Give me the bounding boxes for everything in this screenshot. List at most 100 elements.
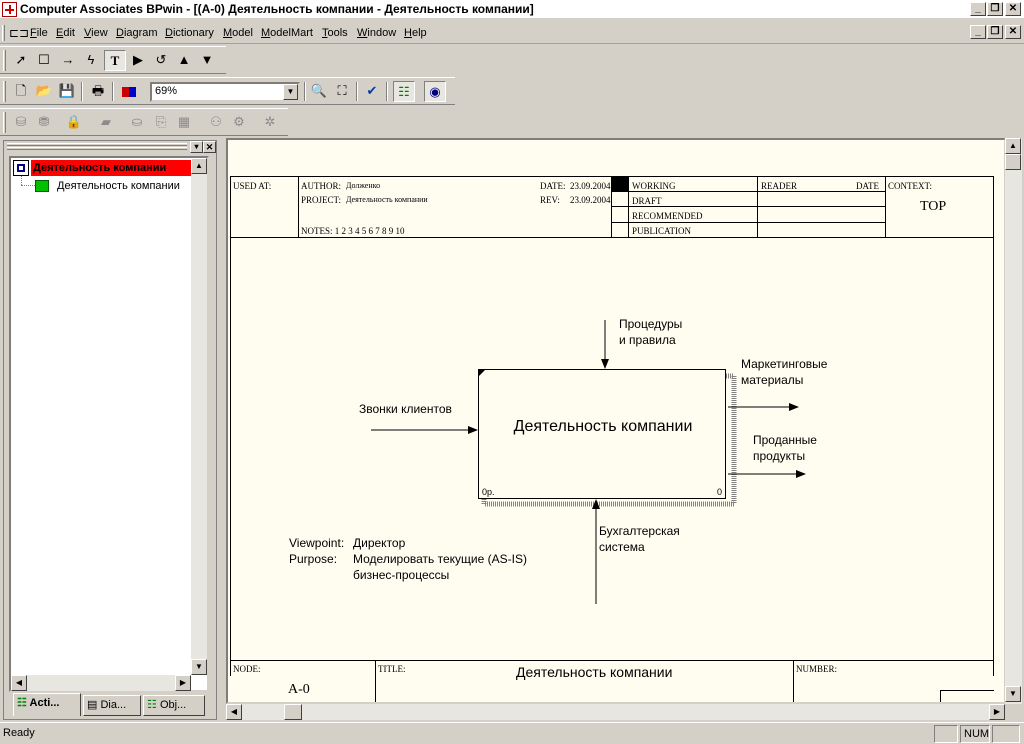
tree-horizontal-scrollbar[interactable]: ◀ ▶ [11,675,191,691]
diagram-canvas[interactable]: USED AT: AUTHOR: Долженко PROJECT: Деяте… [226,138,1006,704]
mm-security-icon[interactable]: ⚙ [228,112,250,133]
viewpoint-value: Директор [353,536,406,550]
menu-help[interactable]: Help [404,27,427,39]
scroll-left-icon[interactable]: ◀ [226,704,242,720]
lock-icon[interactable]: 🔒 [63,112,85,133]
control-arrow-label-1[interactable]: Процедуры [619,316,682,332]
mechanism-arrow-label-1[interactable]: Бухгалтерская [599,523,680,539]
mdi-restore-button[interactable]: ❐ [987,25,1003,39]
mm-grid-icon[interactable]: ▦ [173,112,195,133]
mdi-minimize-button[interactable]: _ [970,25,986,39]
mm-library-icon[interactable]: ▰ [95,112,117,133]
minimize-button[interactable]: _ [970,2,986,16]
canvas-horizontal-scrollbar[interactable]: ◀ ▶ [226,704,1005,720]
activity-box[interactable]: Деятельность компании 0р. 0 [478,369,726,499]
pointer-tool-icon[interactable]: ➚ [10,50,32,71]
panel-grip [7,147,187,150]
new-file-icon[interactable]: 🗋 [10,81,32,102]
chevron-down-icon[interactable]: ▼ [283,84,298,100]
scroll-thumb[interactable] [1005,154,1021,170]
output-arrow-label-1a[interactable]: Маркетинговые [741,356,827,372]
control-arrow-label-2[interactable]: и правила [619,332,676,348]
arrow-tool-icon[interactable]: → [57,50,79,71]
menu-modelmart[interactable]: ModelMart [261,27,313,39]
footer-title-value: Деятельность компании [516,664,673,680]
model-explorer-panel: ▾ ✕ Деятельность компании Деятельность к… [3,140,217,720]
title-bar: Computer Associates BPwin - [(A-0) Деяте… [0,0,1024,19]
viewpoint-label: Viewpoint: [289,536,345,550]
menu-dictionary[interactable]: Dictionary [165,27,214,39]
menu-tools[interactable]: Tools [322,27,348,39]
menu-diagram[interactable]: Diagram [116,27,158,39]
scroll-right-icon[interactable]: ▶ [175,675,191,691]
footer-corner-box [940,690,994,702]
scroll-left-icon[interactable]: ◀ [11,675,27,691]
close-button[interactable]: ✕ [1005,2,1021,16]
mm-options-icon[interactable]: ✲ [259,112,281,133]
mm-merge-icon[interactable]: ⎘ [150,112,172,133]
color-palette-icon[interactable] [118,81,140,102]
mm-disconnect-icon[interactable]: ⛃ [33,112,55,133]
mm-users-icon[interactable]: ⚇ [205,112,227,133]
squiggle-tool-icon[interactable]: ϟ [80,50,102,71]
mdi-doc-icon[interactable]: ⊏⊐ [9,26,29,40]
spellcheck-icon[interactable]: ✔ [361,81,383,102]
print-icon[interactable]: 🖶 [87,81,109,102]
output-arrow-label-1b[interactable]: материалы [741,372,803,388]
scroll-down-icon[interactable]: ▼ [191,659,207,675]
toolbar-grip [3,50,6,71]
zoom-select[interactable]: 69% ▼ [150,82,300,102]
node-value: A-0 [288,682,310,697]
scroll-up-icon[interactable]: ▲ [1005,138,1021,154]
scroll-down-icon[interactable]: ▼ [1005,686,1021,702]
save-icon[interactable]: 💾 [56,81,78,102]
menu-window[interactable]: Window [357,27,396,39]
panel-grip [7,143,187,146]
text-tool-icon[interactable]: T [104,50,126,71]
go-down-icon[interactable]: ▼ [196,50,218,71]
output-arrow-label-2a[interactable]: Проданные [753,432,817,448]
panel-pin-button[interactable]: ▾ [190,141,203,153]
tree-connector [21,185,35,186]
status-cell [934,725,958,743]
zoom-fit-icon[interactable]: ⛶ [331,81,353,102]
diagrams-tab-icon: ▤ [87,699,98,711]
tab-activities-label: Acti... [29,697,60,709]
zoom-in-icon[interactable]: 🔍 [308,81,330,102]
objects-tab-icon: ☷ [147,699,157,711]
mdi-close-button[interactable]: ✕ [1005,25,1021,39]
scroll-thumb[interactable] [284,704,302,720]
menu-view[interactable]: View [84,27,108,39]
go-child-icon[interactable]: ▶ [127,50,149,71]
scroll-right-icon[interactable]: ▶ [989,704,1005,720]
activities-tab-icon: ☷ [17,697,27,709]
canvas-vertical-scrollbar[interactable]: ▲ ▼ [1005,138,1022,704]
tab-activities[interactable]: ☷ Acti... [13,693,81,716]
tab-diagrams[interactable]: ▤ Dia... [83,695,141,716]
restore-button[interactable]: ❐ [987,2,1003,16]
activity-tree[interactable]: Деятельность компании Деятельность компа… [9,156,209,692]
tree-vertical-scrollbar[interactable]: ▲ ▼ [191,158,207,675]
toolbar-grip [3,112,6,133]
mm-connect-icon[interactable]: ⛁ [10,112,32,133]
purpose-value-1: Моделировать текущие (AS-IS) [353,552,527,566]
scroll-up-icon[interactable]: ▲ [191,158,207,174]
mechanism-arrow-label-2[interactable]: система [599,539,645,555]
panel-close-button[interactable]: ✕ [203,141,216,153]
node-label: NODE: [233,664,261,674]
menu-model[interactable]: Model [223,27,253,39]
output-arrow-label-2b[interactable]: продукты [753,448,805,464]
box-tool-icon[interactable]: ☐ [33,50,55,71]
activity-number: 0 [717,487,723,497]
tab-objects[interactable]: ☷ Obj... [143,695,205,716]
go-parent-icon[interactable]: ▲ [173,50,195,71]
input-arrow-label[interactable]: Звонки клиентов [359,401,452,417]
browse-icon[interactable]: ◉ [424,81,446,102]
rotate-icon[interactable]: ↺ [150,50,172,71]
mm-save-icon[interactable]: ⛀ [126,112,148,133]
zoom-value: 69% [155,85,178,97]
menu-file[interactable]: File [30,27,48,39]
menu-edit[interactable]: Edit [56,27,75,39]
open-folder-icon[interactable]: 📂 [33,81,55,102]
model-explorer-icon[interactable]: ☷ [393,81,415,102]
